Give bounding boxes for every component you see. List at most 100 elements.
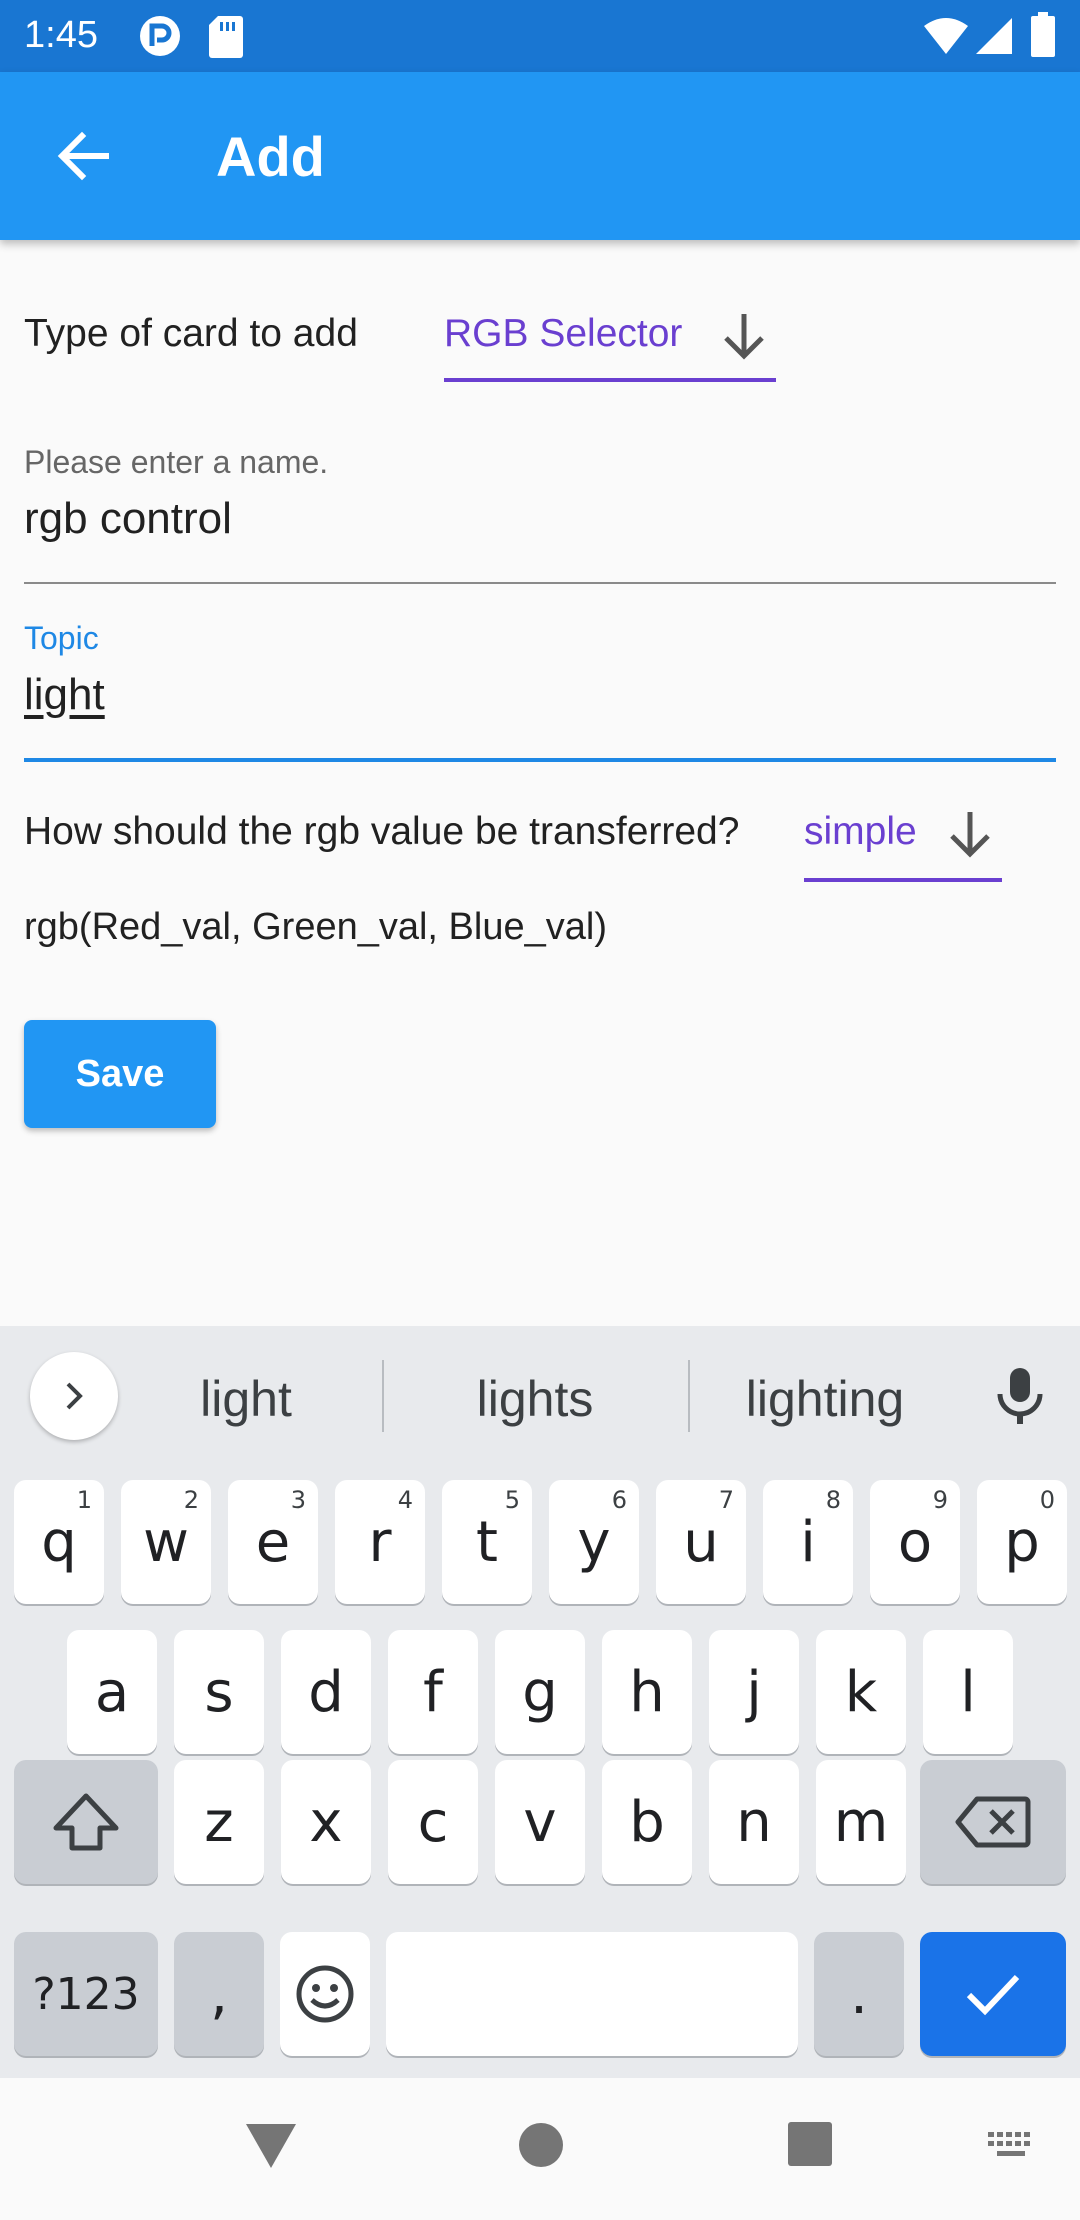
keyboard-switch-button[interactable]: [986, 2130, 1036, 2167]
key-g[interactable]: g: [495, 1630, 585, 1754]
navigation-bar: [0, 2078, 1080, 2220]
key-w[interactable]: w2: [121, 1480, 211, 1604]
key-label: r: [368, 1509, 392, 1575]
nav-home-button[interactable]: [516, 2120, 566, 2175]
page-title: Add: [216, 125, 325, 188]
transfer-mode-dropdown[interactable]: simple: [804, 800, 1002, 882]
topic-input[interactable]: light: [24, 670, 105, 720]
square-recents-icon: [788, 2122, 832, 2166]
key-label: o: [897, 1509, 933, 1575]
mic-icon[interactable]: [990, 1364, 1050, 1433]
arrow-down-icon: [724, 314, 764, 360]
key-u[interactable]: u7: [656, 1480, 746, 1604]
key-i[interactable]: i8: [763, 1480, 853, 1604]
enter-key[interactable]: [920, 1932, 1066, 2056]
name-field-underline: [24, 582, 1056, 584]
key-y[interactable]: y6: [549, 1480, 639, 1604]
battery-icon: [1030, 12, 1056, 58]
cellular-signal-icon: [974, 16, 1014, 56]
key-h[interactable]: h: [602, 1630, 692, 1754]
key-f[interactable]: f: [388, 1630, 478, 1754]
backspace-key[interactable]: [920, 1760, 1066, 1884]
key-p[interactable]: p0: [977, 1480, 1067, 1604]
period-key[interactable]: .: [814, 1932, 904, 2056]
card-type-value: RGB Selector: [444, 312, 683, 355]
transfer-mode-value: simple: [804, 810, 917, 853]
rgb-format-text: rgb(Red_val, Green_val, Blue_val): [24, 906, 607, 948]
key-b[interactable]: b: [602, 1760, 692, 1884]
shift-icon: [53, 1793, 119, 1851]
key-label: q: [41, 1509, 77, 1575]
key-hint: 1: [76, 1486, 92, 1514]
key-label: w: [143, 1509, 189, 1575]
nav-recents-button[interactable]: [786, 2120, 834, 2173]
emoji-icon: [296, 1965, 354, 2023]
key-t[interactable]: t5: [442, 1480, 532, 1604]
name-field-label: Please enter a name.: [24, 444, 329, 480]
wifi-icon: [922, 16, 970, 56]
app-bar: Add: [0, 72, 1080, 240]
triangle-back-icon: [246, 2124, 296, 2168]
topic-field-label: Topic: [24, 620, 99, 656]
name-input[interactable]: rgb control: [24, 494, 232, 544]
keyboard-icon: [988, 2132, 1030, 2156]
key-r[interactable]: r4: [335, 1480, 425, 1604]
key-j[interactable]: j: [709, 1630, 799, 1754]
soft-keyboard: light lights lighting q1w2e3r4t5y6u7i8o9…: [0, 1326, 1080, 2078]
status-bar: 1:45: [0, 0, 1080, 72]
symbols-key[interactable]: ?123: [14, 1932, 158, 2056]
key-q[interactable]: q1: [14, 1480, 104, 1604]
key-hint: 4: [397, 1486, 413, 1514]
key-e[interactable]: e3: [228, 1480, 318, 1604]
nav-back-button[interactable]: [244, 2120, 298, 2175]
key-hint: 2: [183, 1486, 199, 1514]
key-hint: 6: [611, 1486, 627, 1514]
suggestion-divider: [382, 1360, 384, 1432]
status-time: 1:45: [24, 14, 98, 56]
key-x[interactable]: x: [281, 1760, 371, 1884]
key-label: t: [476, 1509, 498, 1575]
key-hint: 8: [825, 1486, 841, 1514]
key-hint: 9: [932, 1486, 948, 1514]
key-hint: 7: [718, 1486, 734, 1514]
suggestion-bar: light lights lighting: [0, 1326, 1080, 1460]
shift-key[interactable]: [14, 1760, 158, 1884]
key-label: y: [577, 1509, 611, 1575]
key-k[interactable]: k: [816, 1630, 906, 1754]
card-type-dropdown[interactable]: RGB Selector: [444, 300, 776, 382]
key-d[interactable]: d: [281, 1630, 371, 1754]
back-button[interactable]: [36, 112, 132, 200]
key-hint: 5: [504, 1486, 520, 1514]
key-o[interactable]: o9: [870, 1480, 960, 1604]
check-icon: [966, 1974, 1020, 2016]
expand-toolbar-button[interactable]: [30, 1352, 118, 1440]
key-s[interactable]: s: [174, 1630, 264, 1754]
card-type-label: Type of card to add: [24, 312, 358, 355]
transfer-mode-label: How should the rgb value be transferred?: [24, 810, 740, 853]
key-m[interactable]: m: [816, 1760, 906, 1884]
key-label: i: [800, 1509, 816, 1575]
suggestion-item[interactable]: light: [116, 1370, 376, 1428]
suggestion-item[interactable]: lights: [405, 1370, 665, 1428]
space-key[interactable]: [386, 1932, 798, 2056]
topic-field-underline: [24, 758, 1056, 762]
circle-home-icon: [519, 2123, 563, 2167]
key-z[interactable]: z: [174, 1760, 264, 1884]
arrow-down-icon: [950, 812, 990, 858]
key-v[interactable]: v: [495, 1760, 585, 1884]
key-a[interactable]: a: [67, 1630, 157, 1754]
key-c[interactable]: c: [388, 1760, 478, 1884]
suggestion-item[interactable]: lighting: [695, 1370, 955, 1428]
key-hint: 3: [290, 1486, 306, 1514]
key-l[interactable]: l: [923, 1630, 1013, 1754]
save-button[interactable]: Save: [24, 1020, 216, 1128]
key-label: u: [683, 1509, 719, 1575]
arrow-back-icon: [57, 131, 109, 181]
key-label: p: [1004, 1509, 1040, 1575]
app-notification-icon: [138, 14, 182, 58]
backspace-icon: [955, 1796, 1031, 1848]
key-hint: 0: [1039, 1486, 1055, 1514]
emoji-key[interactable]: [280, 1932, 370, 2056]
comma-key[interactable]: ,: [174, 1932, 264, 2056]
key-n[interactable]: n: [709, 1760, 799, 1884]
